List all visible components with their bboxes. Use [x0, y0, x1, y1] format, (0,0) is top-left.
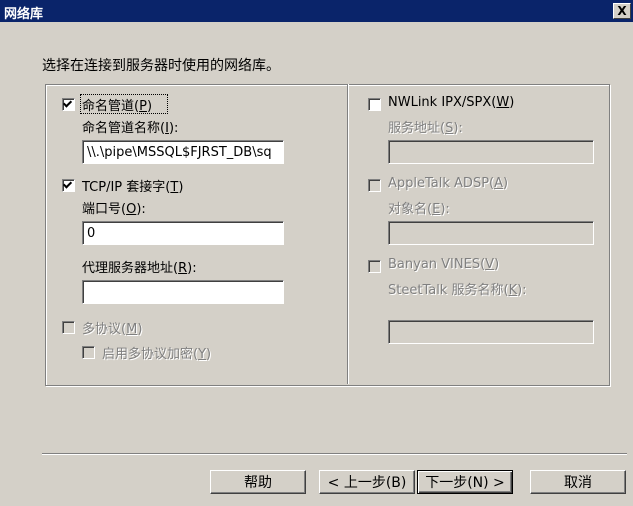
port-label: 端口号(O):: [82, 202, 146, 217]
tcpip-checkbox[interactable]: [62, 179, 75, 192]
encrypt-label: 启用多协议加密(Y): [102, 347, 212, 362]
named-pipes-label[interactable]: 命名管道(P): [82, 95, 152, 114]
pipe-name-label: 命名管道名称(I):: [82, 121, 179, 136]
streettalk-label: SteetTalk 服务名称(K):: [388, 283, 527, 298]
pipe-name-input[interactable]: \\.\pipe\MSSQL$FJRST_DB\sq: [82, 140, 284, 164]
banyan-label: Banyan VINES(V): [388, 257, 500, 272]
title-bar: 网络库 X: [0, 0, 633, 22]
next-button[interactable]: 下一步(N) >: [417, 470, 513, 494]
tcpip-label[interactable]: TCP/IP 套接字(T): [82, 176, 183, 195]
multiprotocol-checkbox[interactable]: [62, 321, 75, 334]
appletalk-checkbox[interactable]: [368, 179, 381, 192]
service-address-input[interactable]: [388, 140, 594, 164]
close-button[interactable]: X: [613, 3, 631, 19]
service-address-label: 服务地址(S):: [388, 121, 463, 136]
port-input[interactable]: 0: [82, 221, 284, 245]
group-divider: [347, 84, 348, 384]
cancel-button[interactable]: 取消: [530, 470, 626, 494]
button-separator: [42, 453, 627, 454]
streettalk-input[interactable]: [388, 320, 594, 344]
multiprotocol-label: 多协议(M): [82, 322, 143, 337]
proxy-label: 代理服务器地址(R):: [82, 261, 197, 276]
encrypt-checkbox[interactable]: [82, 346, 95, 359]
named-pipes-checkbox[interactable]: [62, 98, 75, 111]
back-button[interactable]: < 上一步(B): [319, 470, 415, 494]
object-name-label: 对象名(E):: [388, 202, 450, 217]
prompt-text: 选择在连接到服务器时使用的网络库。: [42, 58, 280, 74]
object-name-input[interactable]: [388, 221, 594, 245]
banyan-checkbox[interactable]: [368, 260, 381, 273]
help-button[interactable]: 帮助: [210, 470, 306, 494]
appletalk-label: AppleTalk ADSP(A): [388, 176, 509, 191]
nwlink-checkbox[interactable]: [368, 98, 381, 111]
nwlink-label[interactable]: NWLink IPX/SPX(W): [388, 95, 514, 110]
window-title: 网络库: [4, 7, 44, 22]
proxy-input[interactable]: [82, 280, 284, 304]
